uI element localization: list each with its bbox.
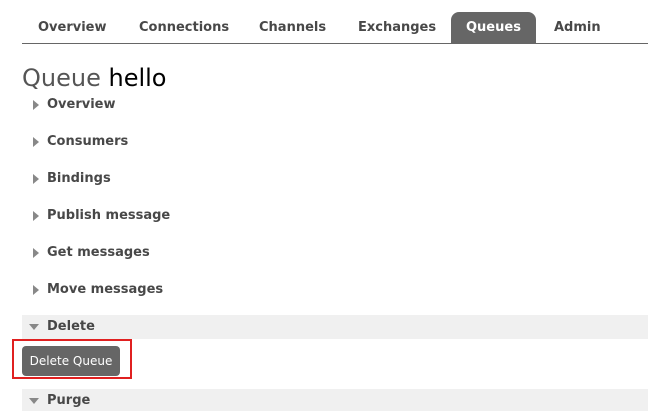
section-overview[interactable]: Overview [22, 93, 648, 117]
page-title: Queue hello [22, 62, 166, 94]
section-bindings-label: Bindings [47, 171, 111, 186]
section-get-messages-label: Get messages [47, 245, 150, 260]
tab-admin[interactable]: Admin [554, 12, 601, 44]
delete-queue-button[interactable]: Delete Queue [22, 346, 120, 376]
section-move-messages[interactable]: Move messages [22, 278, 648, 302]
section-consumers-label: Consumers [47, 134, 129, 149]
section-delete-label: Delete [47, 319, 95, 334]
section-purge-label: Purge [47, 393, 91, 408]
tab-channels[interactable]: Channels [259, 12, 326, 44]
caret-right-icon [33, 211, 39, 221]
section-overview-label: Overview [47, 97, 116, 112]
queue-page: Overview Connections Channels Exchanges … [0, 0, 648, 411]
caret-right-icon [33, 137, 39, 147]
page-title-kind: Queue [22, 64, 101, 92]
section-publish-message-label: Publish message [47, 208, 171, 223]
caret-right-icon [33, 174, 39, 184]
main-nav: Overview Connections Channels Exchanges … [22, 12, 648, 44]
caret-right-icon [33, 248, 39, 258]
section-purge[interactable]: Purge [22, 389, 648, 411]
tab-exchanges[interactable]: Exchanges [358, 12, 436, 44]
caret-right-icon [33, 100, 39, 110]
caret-down-icon [29, 324, 39, 330]
section-publish-message[interactable]: Publish message [22, 204, 648, 228]
section-move-messages-label: Move messages [47, 282, 164, 297]
tab-queues[interactable]: Queues [451, 12, 536, 44]
caret-right-icon [33, 285, 39, 295]
section-consumers[interactable]: Consumers [22, 130, 648, 154]
tab-overview[interactable]: Overview [38, 12, 107, 44]
caret-down-icon [29, 398, 39, 404]
section-delete[interactable]: Delete [22, 315, 648, 339]
section-get-messages[interactable]: Get messages [22, 241, 648, 265]
page-title-queue-name: hello [108, 64, 167, 92]
tab-connections[interactable]: Connections [139, 12, 229, 44]
section-bindings[interactable]: Bindings [22, 167, 648, 191]
